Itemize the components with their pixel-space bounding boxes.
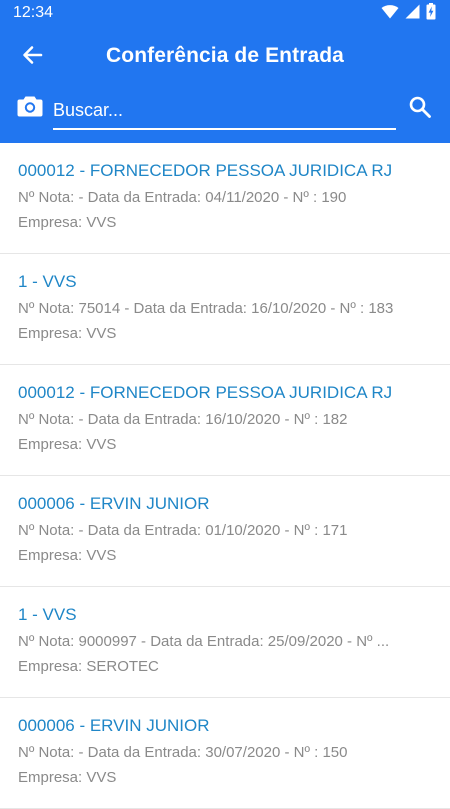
- item-title: 000012 - FORNECEDOR PESSOA JURIDICA RJ: [18, 161, 393, 180]
- item-details: Nº Nota: 9000997 - Data da Entrada: 25/0…: [18, 633, 390, 650]
- search-button[interactable]: [404, 94, 436, 124]
- item-details: Nº Nota: - Data da Entrada: 30/07/2020 -…: [18, 744, 348, 761]
- item-details: Nº Nota: - Data da Entrada: 01/10/2020 -…: [18, 522, 348, 539]
- camera-button[interactable]: [14, 94, 46, 122]
- item-details: Nº Nota: - Data da Entrada: 16/10/2020 -…: [18, 411, 348, 428]
- item-details: Nº Nota: - Data da Entrada: 04/11/2020 -…: [18, 189, 347, 206]
- item-empresa: Empresa: VVS: [18, 325, 117, 342]
- item-empresa: Empresa: SEROTEC: [18, 658, 159, 675]
- battery-charging-icon: [426, 3, 436, 25]
- list-item[interactable]: 1 - VVS Nº Nota: 75014 - Data da Entrada…: [0, 254, 450, 365]
- status-bar: 12:34: [0, 0, 450, 28]
- item-title: 1 - VVS: [18, 272, 77, 291]
- toolbar: Conferência de Entrada: [0, 28, 450, 86]
- item-empresa: Empresa: VVS: [18, 547, 117, 564]
- status-time: 12:34: [13, 4, 54, 21]
- search-icon: [409, 96, 431, 123]
- status-icons: [381, 3, 436, 25]
- page-title: Conferência de Entrada: [106, 44, 344, 67]
- item-details: Nº Nota: 75014 - Data da Entrada: 16/10/…: [18, 300, 394, 317]
- signal-icon: [405, 4, 420, 24]
- item-title: 000006 - ERVIN JUNIOR: [18, 494, 210, 513]
- search-bar: [0, 86, 450, 143]
- item-title: 000012 - FORNECEDOR PESSOA JURIDICA RJ: [18, 383, 393, 402]
- item-empresa: Empresa: VVS: [18, 436, 117, 453]
- item-empresa: Empresa: VVS: [18, 214, 117, 231]
- app-bar: 12:34 Conferência de Entrada Buscar...: [0, 0, 450, 143]
- camera-icon: [17, 95, 43, 122]
- list-item[interactable]: 1 - VVS Nº Nota: 9000997 - Data da Entra…: [0, 587, 450, 698]
- wifi-icon: [381, 4, 399, 24]
- list-item[interactable]: 000006 - ERVIN JUNIOR Nº Nota: - Data da…: [0, 698, 450, 809]
- list-item[interactable]: 000012 - FORNECEDOR PESSOA JURIDICA RJ N…: [0, 365, 450, 476]
- item-title: 000006 - ERVIN JUNIOR: [18, 716, 210, 735]
- item-empresa: Empresa: VVS: [18, 769, 117, 786]
- item-title: 1 - VVS: [18, 605, 77, 624]
- list-item[interactable]: 000006 - ERVIN JUNIOR Nº Nota: - Data da…: [0, 476, 450, 587]
- search-input[interactable]: [53, 92, 396, 130]
- list-item[interactable]: 000012 - FORNECEDOR PESSOA JURIDICA RJ N…: [0, 143, 450, 254]
- entry-list: 000012 - FORNECEDOR PESSOA JURIDICA RJ N…: [0, 143, 450, 809]
